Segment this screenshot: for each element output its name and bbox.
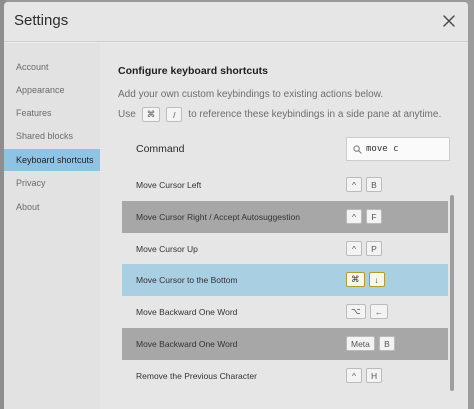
shortcut-keys[interactable]: ⌘ ↓ xyxy=(346,272,385,287)
sidebar-item-appearance[interactable]: Appearance xyxy=(4,79,100,101)
key-cap: ⌘ xyxy=(346,272,365,287)
description-line-2: Use ⌘ / to reference these keybindings i… xyxy=(118,107,441,122)
key-cap: ^ xyxy=(346,368,362,383)
shortcut-keys[interactable]: ⌥ ← xyxy=(346,304,389,319)
shortcut-label: Remove the Previous Character xyxy=(136,371,257,381)
key-cap: F xyxy=(366,209,382,224)
search-input[interactable]: move c xyxy=(346,137,450,161)
sidebar-item-about[interactable]: About xyxy=(4,196,100,218)
shortcut-keys[interactable]: Meta B xyxy=(346,336,395,351)
key-cap: ^ xyxy=(346,209,362,224)
shortcut-keys[interactable]: ^ P xyxy=(346,241,382,256)
shortcut-keys[interactable]: ^ B xyxy=(346,177,382,192)
shortcut-row-selected[interactable]: Move Cursor to the Bottom ⌘ ↓ xyxy=(122,264,448,296)
key-cap: ⌥ xyxy=(346,304,366,319)
shortcut-row[interactable]: Move Cursor Right / Accept Autosuggestio… xyxy=(122,201,448,233)
shortcut-label: Move Cursor Right / Accept Autosuggestio… xyxy=(136,212,300,222)
shortcuts-panel: Configure keyboard shortcuts Add your ow… xyxy=(100,43,468,409)
modal-header: Settings xyxy=(4,2,468,42)
slash-key: / xyxy=(166,107,183,122)
description-use: Use xyxy=(118,109,136,120)
sidebar-item-shared-blocks[interactable]: Shared blocks xyxy=(4,125,100,147)
key-cap: B xyxy=(378,336,395,351)
section-title: Configure keyboard shortcuts xyxy=(118,65,268,77)
shortcut-label: Move Cursor Left xyxy=(136,180,202,190)
shortcut-row[interactable]: Remove the Previous Character ^ H xyxy=(122,360,448,392)
description-line-1: Add your own custom keybindings to exist… xyxy=(118,89,384,100)
key-cap: B xyxy=(366,177,382,192)
shortcut-row[interactable]: Move Backward One Word Meta B xyxy=(122,328,448,360)
key-cap: ^ xyxy=(346,241,362,256)
shortcut-label: Move Backward One Word xyxy=(136,339,238,349)
shortcut-row[interactable]: Move Cursor Left ^ B xyxy=(122,169,448,201)
shortcut-label: Move Backward One Word xyxy=(136,307,238,317)
command-column-header: Command xyxy=(136,143,185,155)
shortcut-row[interactable]: Move Cursor Up ^ P xyxy=(122,233,448,265)
settings-modal: Settings Account Appearance Features Sha… xyxy=(4,2,468,409)
close-icon[interactable] xyxy=(442,14,456,28)
settings-sidebar: Account Appearance Features Shared block… xyxy=(4,43,100,409)
sidebar-item-privacy[interactable]: Privacy xyxy=(4,172,100,194)
shortcut-label: Move Cursor to the Bottom xyxy=(136,275,238,285)
sidebar-item-features[interactable]: Features xyxy=(4,102,100,124)
key-cap: ← xyxy=(369,304,389,319)
modal-title: Settings xyxy=(14,12,69,29)
search-value: move c xyxy=(366,144,399,154)
description-rest: to reference these keybindings in a side… xyxy=(188,109,442,120)
search-icon xyxy=(353,144,362,154)
key-cap: ↓ xyxy=(368,272,385,287)
scrollbar-thumb[interactable] xyxy=(450,195,454,391)
key-cap: P xyxy=(366,241,382,256)
sidebar-item-account[interactable]: Account xyxy=(4,56,100,78)
key-cap: H xyxy=(366,368,383,383)
shortcut-keys[interactable]: ^ F xyxy=(346,209,382,224)
key-cap: Meta xyxy=(346,336,375,351)
shortcut-row[interactable]: Move Backward One Word ⌥ ← xyxy=(122,296,448,328)
shortcut-label: Move Cursor Up xyxy=(136,244,198,254)
shortcut-keys[interactable]: ^ H xyxy=(346,368,383,383)
sidebar-item-keyboard-shortcuts[interactable]: Keyboard shortcuts xyxy=(4,149,100,171)
key-cap: ^ xyxy=(346,177,362,192)
command-key: ⌘ xyxy=(141,107,161,122)
